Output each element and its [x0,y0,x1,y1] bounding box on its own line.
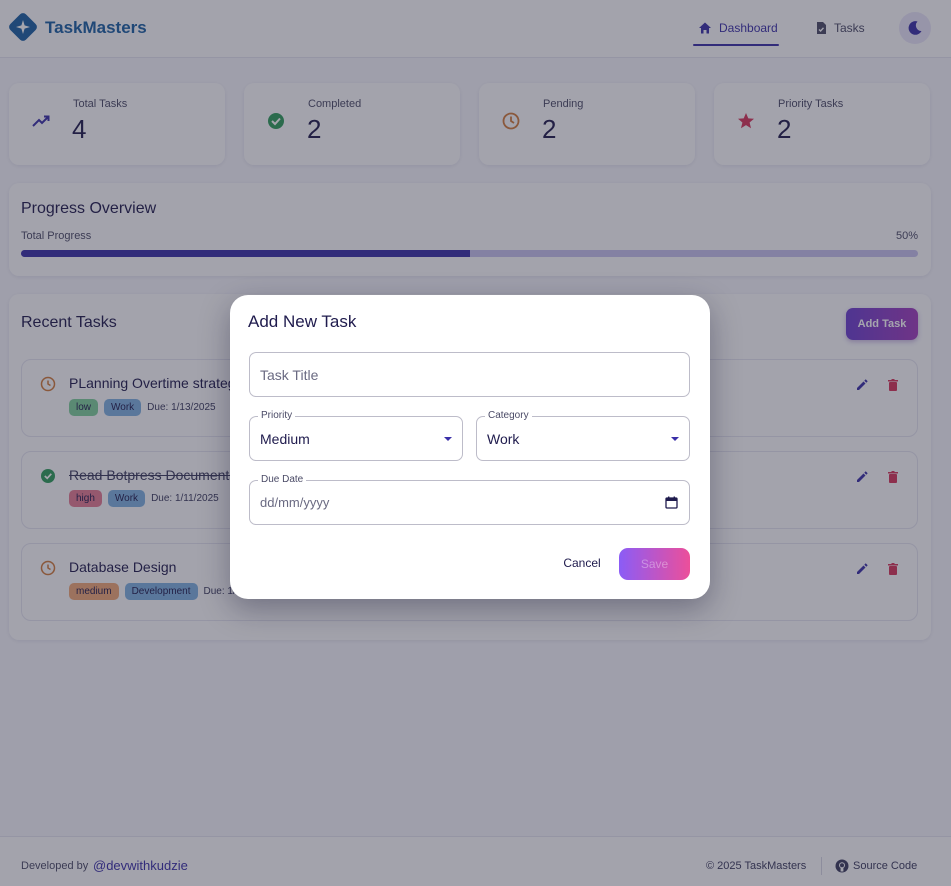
add-task-dialog: Add New Task Priority Medium Category Wo… [230,295,710,599]
due-date-field: Due Date [249,474,690,525]
priority-value: Medium [260,430,310,447]
due-date-input[interactable] [260,481,650,524]
priority-select[interactable]: Priority Medium [249,410,463,461]
task-title-input[interactable] [260,353,680,396]
save-task-button[interactable]: Save [619,548,690,580]
dropdown-arrow-icon [444,437,452,441]
calendar-icon[interactable] [665,496,678,509]
category-select[interactable]: Category Work [476,410,690,461]
dropdown-arrow-icon [671,437,679,441]
dialog-title: Add New Task [248,312,357,331]
task-title-field [249,352,690,397]
cancel-button[interactable]: Cancel [557,549,607,577]
category-value: Work [487,430,520,447]
